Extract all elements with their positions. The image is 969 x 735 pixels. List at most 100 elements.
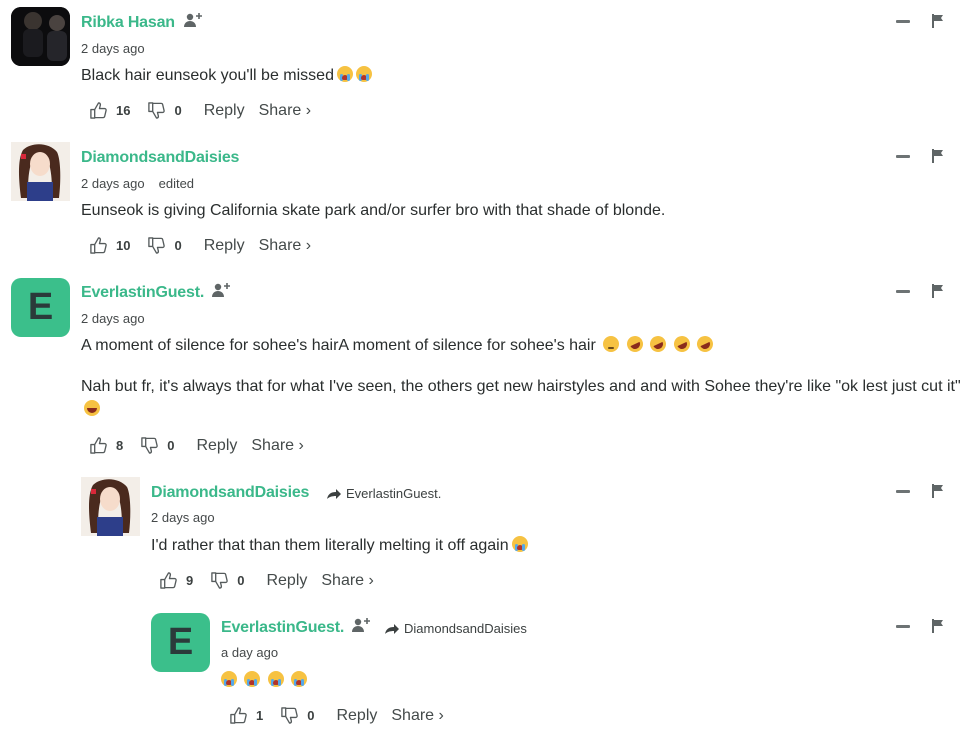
rofl-emoji-icon bbox=[647, 333, 669, 355]
crying-emoji-icon bbox=[336, 66, 353, 82]
comment-author[interactable]: DiamondsandDaisies bbox=[81, 149, 239, 167]
dislike-count: 0 bbox=[237, 573, 245, 588]
like-button[interactable]: 16 bbox=[89, 101, 130, 120]
comment-text: Black hair eunseok you'll be missed bbox=[81, 64, 372, 87]
rofl-emoji-icon bbox=[670, 333, 693, 355]
comment-timestamp[interactable]: 2 days ago bbox=[81, 311, 145, 326]
edited-label: edited bbox=[158, 176, 195, 191]
thumbs-down-icon bbox=[140, 436, 159, 455]
add-user-icon[interactable] bbox=[184, 12, 204, 28]
crying-emoji-icon bbox=[355, 66, 372, 82]
collapse-icon[interactable] bbox=[896, 154, 910, 158]
dislike-button[interactable]: 0 bbox=[147, 236, 182, 255]
thumbs-down-icon bbox=[280, 706, 299, 725]
like-button[interactable]: 1 bbox=[229, 706, 263, 725]
collapse-icon[interactable] bbox=[896, 19, 910, 23]
flag-icon[interactable] bbox=[932, 284, 944, 298]
thumbs-up-icon bbox=[89, 236, 108, 255]
rofl-emoji-icon bbox=[694, 333, 716, 355]
flag-icon[interactable] bbox=[932, 149, 944, 163]
like-count: 8 bbox=[116, 438, 124, 453]
reply-button[interactable]: Reply bbox=[204, 237, 245, 255]
comment-timestamp[interactable]: a day ago bbox=[221, 645, 278, 660]
like-button[interactable]: 9 bbox=[159, 571, 193, 590]
comment-timestamp[interactable]: 2 days ago bbox=[151, 510, 215, 525]
comment-timestamp[interactable]: 2 days ago edited bbox=[81, 176, 194, 191]
add-user-icon[interactable] bbox=[352, 617, 372, 633]
thumbs-up-icon bbox=[89, 101, 108, 120]
dislike-count: 0 bbox=[167, 438, 175, 453]
comment-author[interactable]: EverlastinGuest. bbox=[221, 619, 344, 637]
like-count: 16 bbox=[116, 103, 131, 118]
comment-author[interactable]: DiamondsandDaisies bbox=[151, 484, 309, 502]
thumbs-down-icon bbox=[210, 571, 229, 590]
comment-actions: 9 0 Reply Share › bbox=[159, 571, 374, 590]
thumbs-up-icon bbox=[89, 436, 108, 455]
comment-text: I'd rather that than them literally melt… bbox=[151, 534, 528, 557]
comment-text: Eunseok is giving California skate park … bbox=[81, 202, 666, 219]
dislike-count: 0 bbox=[174, 238, 182, 253]
collapse-icon[interactable] bbox=[896, 289, 910, 293]
crying-emoji-icon bbox=[267, 671, 284, 687]
reply-arrow-icon bbox=[326, 488, 342, 500]
thumbs-up-icon bbox=[229, 706, 248, 725]
reply-button[interactable]: Reply bbox=[196, 437, 237, 455]
comment-text bbox=[218, 669, 308, 692]
avatar[interactable]: E bbox=[11, 278, 70, 337]
like-button[interactable]: 10 bbox=[89, 236, 130, 255]
add-user-icon[interactable] bbox=[212, 282, 232, 298]
joy-emoji-icon bbox=[84, 400, 100, 416]
comment-controls bbox=[896, 619, 944, 633]
avatar[interactable] bbox=[11, 142, 70, 201]
share-button[interactable]: Share › bbox=[259, 237, 311, 255]
comment-actions: 1 0 Reply Share › bbox=[229, 706, 444, 725]
comment-timestamp[interactable]: 2 days ago bbox=[81, 41, 145, 56]
crying-emoji-icon bbox=[244, 671, 261, 687]
comment-controls bbox=[896, 284, 944, 298]
dislike-button[interactable]: 0 bbox=[280, 706, 314, 725]
reply-button[interactable]: Reply bbox=[336, 707, 377, 725]
dislike-count: 0 bbox=[307, 708, 315, 723]
share-button[interactable]: Share › bbox=[391, 707, 443, 725]
share-button[interactable]: Share › bbox=[321, 572, 373, 590]
comment-controls bbox=[896, 484, 944, 498]
collapse-icon[interactable] bbox=[896, 624, 910, 628]
dislike-button[interactable]: 0 bbox=[210, 571, 244, 590]
thumbs-down-icon bbox=[147, 101, 166, 120]
avatar[interactable] bbox=[11, 7, 70, 66]
comment-actions: 8 0 Reply Share › bbox=[89, 436, 304, 455]
flag-icon[interactable] bbox=[932, 619, 944, 633]
dislike-button[interactable]: 0 bbox=[140, 436, 174, 455]
comment-author[interactable]: EverlastinGuest. bbox=[81, 284, 204, 302]
comment-controls bbox=[896, 14, 944, 28]
thumbs-down-icon bbox=[147, 236, 166, 255]
reply-button[interactable]: Reply bbox=[204, 102, 245, 120]
share-button[interactable]: Share › bbox=[259, 102, 311, 120]
flag-icon[interactable] bbox=[932, 484, 944, 498]
comment-controls bbox=[896, 149, 944, 163]
share-button[interactable]: Share › bbox=[251, 437, 303, 455]
comment-author[interactable]: Ribka Hasan bbox=[81, 14, 175, 32]
reply-arrow-icon bbox=[384, 623, 400, 635]
like-button[interactable]: 8 bbox=[89, 436, 123, 455]
crying-emoji-icon bbox=[291, 671, 308, 687]
thumbs-up-icon bbox=[159, 571, 178, 590]
dislike-button[interactable]: 0 bbox=[147, 101, 182, 120]
like-count: 10 bbox=[116, 238, 131, 253]
reply-to[interactable]: EverlastinGuest. bbox=[326, 486, 441, 501]
collapse-icon[interactable] bbox=[896, 489, 910, 493]
crying-emoji-icon bbox=[511, 536, 528, 552]
crying-emoji-icon bbox=[221, 671, 237, 687]
comment-text: A moment of silence for sohee's hairA mo… bbox=[81, 333, 961, 421]
avatar[interactable] bbox=[81, 477, 140, 536]
rofl-emoji-icon bbox=[624, 333, 646, 355]
like-count: 1 bbox=[256, 708, 264, 723]
reply-to-name: DiamondsandDaisies bbox=[404, 621, 527, 636]
pensive-emoji-icon bbox=[603, 336, 620, 352]
reply-to-name: EverlastinGuest. bbox=[346, 486, 442, 501]
avatar[interactable]: E bbox=[151, 613, 210, 672]
reply-button[interactable]: Reply bbox=[266, 572, 307, 590]
comment-actions: 10 0 Reply Share › bbox=[89, 236, 311, 255]
reply-to[interactable]: DiamondsandDaisies bbox=[384, 621, 527, 636]
flag-icon[interactable] bbox=[932, 14, 944, 28]
